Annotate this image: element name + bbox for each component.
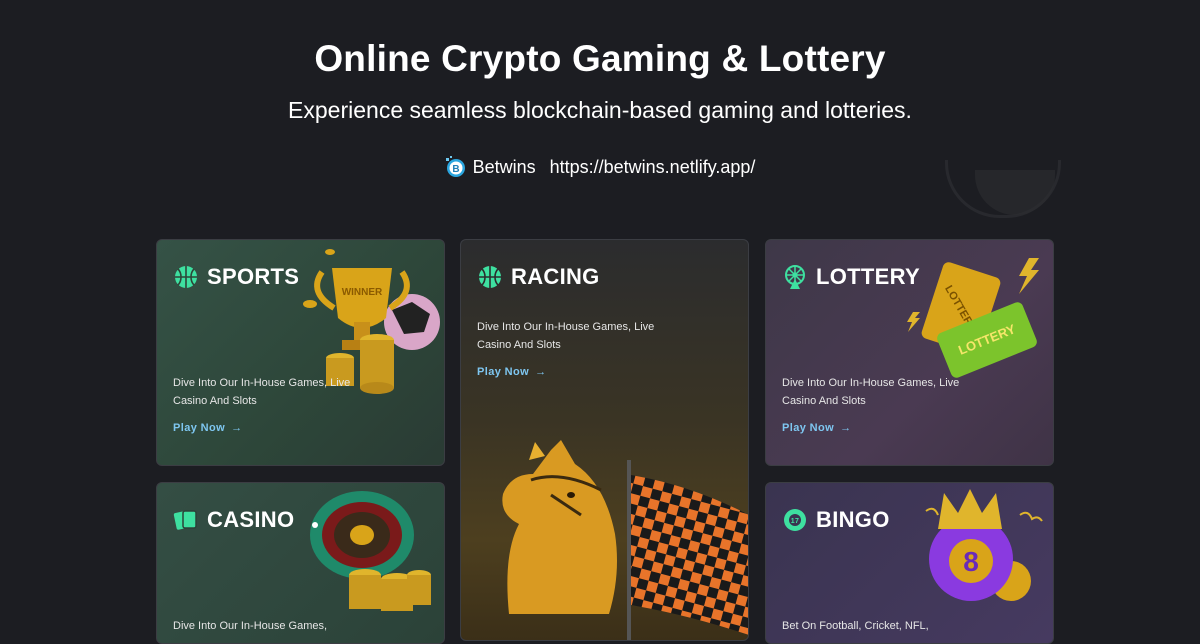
card-casino[interactable]: CASINO Dive Into Our In-House Games,: [156, 482, 445, 644]
lottery-tickets-art: LOTTERY LOTTERY: [907, 258, 1039, 378]
play-now-link-lottery[interactable]: Play Now →: [782, 422, 852, 434]
page-title: Online Crypto Gaming & Lottery: [314, 38, 886, 79]
svg-text:B: B: [452, 164, 459, 175]
card-sports[interactable]: SPORTS WINNER Dive Into Our In-House Gam…: [156, 239, 445, 466]
basketball-icon: [175, 266, 197, 288]
svg-text:17: 17: [791, 518, 799, 525]
card-title-bingo: 17 BINGO: [782, 507, 890, 533]
arrow-right-icon: →: [535, 366, 547, 378]
card-desc-casino: Dive Into Our In-House Games,: [173, 620, 328, 632]
lottery-ball-icon: 17: [784, 509, 806, 531]
card-title-sports: SPORTS: [173, 264, 299, 290]
playing-cards-icon: [173, 510, 197, 530]
trophy-text: WINNER: [342, 287, 383, 298]
card-racing[interactable]: RACING Dive Into Our In-House Games, Liv…: [460, 239, 749, 641]
basketball-icon: [479, 266, 501, 288]
card-title-racing: RACING: [477, 264, 600, 290]
card-desc-racing: Dive Into Our In-House Games, Live Casin…: [477, 321, 655, 351]
card-desc-lottery: Dive Into Our In-House Games, Live Casin…: [782, 377, 960, 407]
bingo-ball-number: 8: [963, 546, 979, 577]
arrow-right-icon: →: [231, 422, 243, 434]
brand-url-link[interactable]: https://betwins.netlify.app/: [550, 157, 756, 178]
brand-row: B Betwins https://betwins.netlify.app/: [0, 156, 1200, 178]
horse-flag-art: [502, 440, 748, 640]
play-now-link-racing[interactable]: Play Now →: [477, 366, 547, 378]
play-now-link-sports[interactable]: Play Now →: [173, 422, 243, 434]
card-title-casino: CASINO: [173, 507, 294, 533]
ferris-wheel-icon: [785, 265, 805, 289]
card-desc-bingo: Bet On Football, Cricket, NFL,: [782, 620, 929, 632]
page-subtitle: Experience seamless blockchain-based gam…: [288, 97, 912, 123]
card-desc-sports: Dive Into Our In-House Games, Live Casin…: [173, 377, 351, 407]
arrow-right-icon: →: [840, 422, 852, 434]
card-title-lottery: LOTTERY: [782, 264, 920, 290]
card-bingo[interactable]: 17 BINGO 8 Bet On Football, Cricket, NFL…: [765, 482, 1054, 644]
roulette-coins-art: [310, 491, 431, 611]
bingo-ball-crown-art: 8: [925, 489, 1043, 601]
betwins-logo-icon: B: [445, 156, 465, 177]
brand-name: Betwins: [472, 156, 536, 177]
card-lottery[interactable]: LOTTERY LOTTERY LOTTERY Dive Into Our In…: [765, 239, 1054, 466]
